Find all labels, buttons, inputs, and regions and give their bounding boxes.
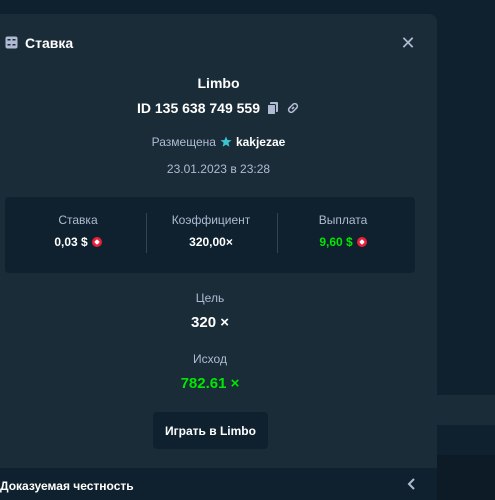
receipt-icon xyxy=(5,36,18,49)
placed-by-row: Размещена kakjezae xyxy=(0,135,437,149)
play-limbo-button[interactable]: Играть в Limbo xyxy=(153,412,268,449)
close-icon[interactable]: ✕ xyxy=(398,33,418,53)
copy-icon[interactable] xyxy=(266,101,280,115)
backdrop xyxy=(437,0,495,500)
stat-multiplier-label: Коэффициент xyxy=(171,213,251,227)
game-name: Limbo xyxy=(197,75,240,91)
backdrop-strip xyxy=(437,455,495,500)
placed-label: Размещена xyxy=(151,135,216,149)
bet-stats-panel: Ставка 0,03 $ Коэффициент 320,00× Выплат… xyxy=(5,197,415,273)
stat-bet-value: 0,03 $ xyxy=(54,235,88,249)
tron-coin-icon xyxy=(91,237,102,247)
username-link[interactable]: kakjezae xyxy=(236,135,285,149)
link-icon[interactable] xyxy=(286,101,300,115)
chevron-left-icon[interactable] xyxy=(404,476,420,492)
result-value: 782.61 × xyxy=(180,375,240,392)
target-value: 320 × xyxy=(191,314,229,331)
stat-multiplier-value: 320,00× xyxy=(189,235,233,249)
stat-payout-label: Выплата xyxy=(318,213,368,227)
stat-payout-value: 9,60 $ xyxy=(319,235,353,249)
vip-star-icon xyxy=(220,136,232,147)
provably-fair-label: Доказуемая честность xyxy=(0,479,134,493)
stat-multiplier: Коэффициент 320,00× xyxy=(143,213,279,249)
bet-id: ID 135 638 749 559 xyxy=(137,100,260,116)
modal-header: Ставка ✕ xyxy=(0,14,437,72)
modal-title: Ставка xyxy=(25,35,74,51)
bet-id-row: ID 135 638 749 559 xyxy=(0,100,437,116)
stat-bet-value-row: 0,03 $ xyxy=(10,235,146,249)
result-label: Исход xyxy=(193,352,227,366)
backdrop-strip xyxy=(437,395,495,425)
stat-multiplier-value-row: 320,00× xyxy=(143,235,279,249)
bet-modal: Ставка ✕ Limbo ID 135 638 749 559 Размещ… xyxy=(0,14,437,500)
provably-fair-bar[interactable]: Доказуемая честность xyxy=(0,468,437,500)
stat-payout: Выплата 9,60 $ xyxy=(275,213,411,249)
tron-coin-icon xyxy=(356,237,367,247)
stat-bet-label: Ставка xyxy=(58,213,98,227)
bet-datetime: 23.01.2023 в 23:28 xyxy=(166,162,271,176)
stat-bet: Ставка 0,03 $ xyxy=(10,213,146,249)
target-label: Цель xyxy=(195,291,225,305)
stat-payout-value-row: 9,60 $ xyxy=(275,235,411,249)
